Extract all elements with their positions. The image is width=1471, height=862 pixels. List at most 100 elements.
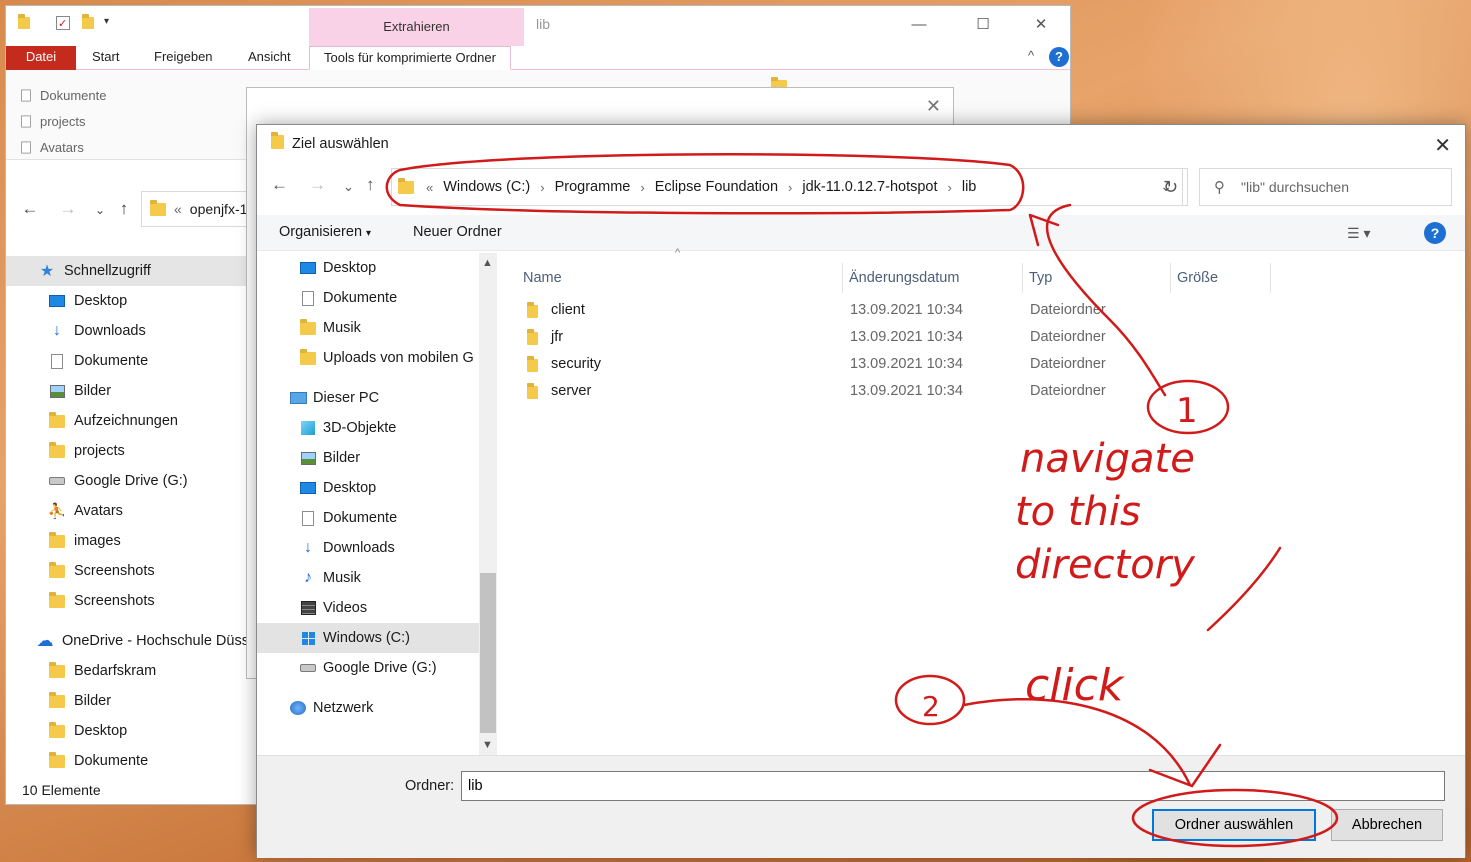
column-header-size[interactable]: Größe — [1171, 263, 1271, 293]
tab-view[interactable]: Ansicht — [248, 46, 291, 70]
nav-item-google-drive[interactable]: Google Drive (G:) — [257, 653, 479, 683]
dialog-toolbar: Organisieren ▾ Neuer Ordner ☰ ▾ ? — [257, 215, 1465, 251]
cancel-button[interactable]: Abbrechen — [1331, 809, 1443, 841]
tab-file[interactable]: Datei — [6, 46, 76, 70]
collapse-ribbon-icon[interactable]: ^ — [1028, 48, 1034, 63]
ribbon-item[interactable]: Dokumente — [20, 84, 106, 106]
forward-arrow-icon[interactable]: → — [58, 199, 78, 219]
breadcrumb-jdk[interactable]: jdk-11.0.12.7-hotspot — [802, 179, 937, 195]
nav-item-pictures[interactable]: Bilder — [6, 376, 246, 406]
nav-item-pc-desktop[interactable]: Desktop — [257, 473, 479, 503]
ribbon-tabs: Datei Start Freigeben Ansicht Tools für … — [6, 46, 1070, 70]
new-folder-icon[interactable] — [82, 14, 96, 30]
star-icon: ★ — [39, 263, 55, 280]
help-icon[interactable]: ? — [1424, 222, 1446, 244]
minimize-button[interactable]: — — [896, 12, 942, 38]
nav-item-documents[interactable]: Dokumente — [257, 283, 479, 313]
nav-item-recordings[interactable]: Aufzeichnungen — [6, 406, 246, 436]
tab-start[interactable]: Start — [92, 46, 119, 70]
chevron-right-icon[interactable]: › — [640, 180, 644, 195]
nav-item-desktop[interactable]: Desktop — [6, 286, 246, 316]
address-bar[interactable]: « openjfx-1 — [141, 191, 261, 227]
nav-item-3d-objects[interactable]: 3D-Objekte — [257, 413, 479, 443]
search-input[interactable]: ⚲ "lib" durchsuchen — [1199, 168, 1452, 206]
nav-item-screenshots-2[interactable]: Screenshots — [6, 586, 246, 616]
recent-locations-icon[interactable]: ⌄ — [343, 179, 354, 195]
close-icon[interactable]: ✕ — [926, 96, 941, 117]
refresh-icon[interactable]: ↻ — [1154, 168, 1188, 206]
window-title: lib — [536, 16, 551, 32]
nav-item-google-drive[interactable]: Google Drive (G:) — [6, 466, 246, 496]
scroll-up-icon[interactable]: ▲ — [482, 257, 493, 269]
desktop-icon — [299, 480, 317, 496]
chevron-right-icon[interactable]: › — [948, 180, 952, 195]
up-arrow-icon[interactable]: ↑ — [366, 175, 375, 195]
tab-compressed-folder-tools[interactable]: Tools für komprimierte Ordner — [309, 46, 511, 70]
organize-button[interactable]: Organisieren ▾ — [279, 224, 371, 240]
select-folder-button[interactable]: Ordner auswählen — [1152, 809, 1316, 841]
nav-item-desktop[interactable]: Desktop — [257, 253, 479, 283]
music-icon: ♪ — [304, 569, 312, 586]
new-folder-button[interactable]: Neuer Ordner — [413, 224, 502, 240]
column-header-date[interactable]: Änderungsdatum — [843, 263, 1023, 293]
nav-scrollbar[interactable]: ▲ ▼ — [479, 253, 497, 755]
address-bar[interactable]: « Windows (C:) › Programme › Eclipse Fou… — [391, 168, 1183, 206]
chevron-right-icon[interactable]: › — [540, 180, 544, 195]
nav-item-onedrive-documents[interactable]: Dokumente — [6, 746, 246, 776]
breadcrumb-drive[interactable]: Windows (C:) — [443, 179, 530, 195]
nav-item-music[interactable]: ♪ Musik — [257, 563, 479, 593]
breadcrumb-eclipse[interactable]: Eclipse Foundation — [655, 179, 778, 195]
nav-item-images[interactable]: images — [6, 526, 246, 556]
table-row[interactable]: server 13.09.2021 10:34 Dateiordner — [527, 378, 1347, 405]
scroll-down-icon[interactable]: ▼ — [482, 739, 493, 751]
nav-item-avatars[interactable]: ⛹ Avatars — [6, 496, 246, 526]
help-icon[interactable]: ? — [1049, 47, 1069, 67]
nav-item-quick-access[interactable]: ★ Schnellzugriff — [6, 256, 246, 286]
nav-item-documents[interactable]: Dokumente — [6, 346, 246, 376]
breadcrumb-lib[interactable]: lib — [962, 179, 977, 195]
table-row[interactable]: jfr 13.09.2021 10:34 Dateiordner — [527, 324, 1347, 351]
customize-toolbar-icon[interactable]: ▾ — [104, 16, 118, 30]
nav-item-screenshots[interactable]: Screenshots — [6, 556, 246, 586]
folder-name-input[interactable] — [461, 771, 1445, 801]
nav-item-pictures[interactable]: Bilder — [257, 443, 479, 473]
ribbon-item[interactable]: Avatars — [20, 136, 84, 158]
breadcrumb-overflow[interactable]: « — [426, 180, 433, 195]
folder-icon — [299, 348, 317, 366]
forward-arrow-icon[interactable]: → — [309, 175, 326, 195]
nav-item-pc-documents[interactable]: Dokumente — [257, 503, 479, 533]
nav-item-downloads[interactable]: ↓ Downloads — [6, 316, 246, 346]
context-tab-extract[interactable]: Extrahieren — [309, 8, 524, 46]
view-options-icon[interactable]: ☰ ▾ — [1347, 225, 1370, 242]
close-icon[interactable]: ✕ — [1434, 133, 1451, 158]
tab-share[interactable]: Freigeben — [154, 46, 213, 70]
maximize-button[interactable]: ☐ — [960, 12, 1006, 38]
nav-item-projects[interactable]: projects — [6, 436, 246, 466]
nav-item-network[interactable]: Netzwerk — [257, 693, 479, 723]
table-row[interactable]: security 13.09.2021 10:34 Dateiordner — [527, 351, 1347, 378]
nav-item-onedrive-pictures[interactable]: Bilder — [6, 686, 246, 716]
folder-icon — [48, 531, 66, 549]
nav-item-onedrive[interactable]: ☁ OneDrive - Hochschule Düss — [6, 626, 247, 656]
nav-item-mobile-uploads[interactable]: Uploads von mobilen G — [257, 343, 479, 373]
nav-item-bedarfskram[interactable]: Bedarfskram — [6, 656, 246, 686]
close-button[interactable]: ✕ — [1018, 12, 1064, 38]
nav-item-downloads[interactable]: ↓ Downloads — [257, 533, 479, 563]
up-arrow-icon[interactable]: ↑ — [114, 199, 134, 219]
ribbon-item[interactable]: projects — [20, 110, 86, 132]
nav-item-music-folder[interactable]: Musik — [257, 313, 479, 343]
nav-item-onedrive-desktop[interactable]: Desktop — [6, 716, 246, 746]
nav-item-windows-c[interactable]: Windows (C:) — [257, 623, 479, 653]
back-arrow-icon[interactable]: ← — [271, 175, 288, 195]
breadcrumb-programme[interactable]: Programme — [555, 179, 631, 195]
column-header-name[interactable]: Name — [517, 263, 843, 293]
back-arrow-icon[interactable]: ← — [20, 199, 40, 219]
properties-icon[interactable]: ✓ — [56, 16, 70, 30]
table-row[interactable]: client 13.09.2021 10:34 Dateiordner — [527, 297, 1347, 324]
scrollbar-thumb[interactable] — [480, 573, 496, 733]
recent-locations-icon[interactable]: ⌄ — [90, 203, 110, 217]
chevron-right-icon[interactable]: › — [788, 180, 792, 195]
nav-item-videos[interactable]: Videos — [257, 593, 479, 623]
column-header-type[interactable]: Typ — [1023, 263, 1171, 293]
nav-item-this-pc[interactable]: Dieser PC — [257, 383, 479, 413]
